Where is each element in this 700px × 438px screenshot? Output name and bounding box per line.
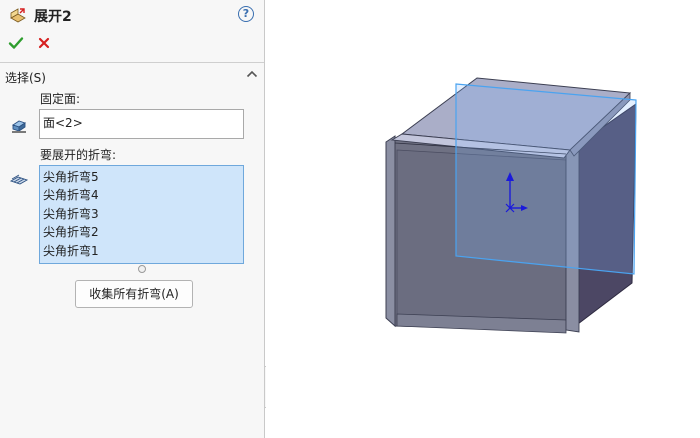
selection-section-header[interactable]: 选择(S) <box>0 64 264 86</box>
list-item[interactable]: 尖角折弯5 <box>42 168 241 186</box>
bends-to-unfold-label: 要展开的折弯: <box>40 148 117 162</box>
list-item[interactable]: 尖角折弯4 <box>42 186 241 204</box>
unfold-feature-icon <box>10 8 26 23</box>
list-item[interactable]: 尖角折弯1 <box>42 242 241 260</box>
help-button[interactable]: ? <box>238 6 254 22</box>
collect-all-bends-button[interactable]: 收集所有折弯(A) <box>75 280 193 308</box>
fixed-face-label: 固定面: <box>40 92 81 106</box>
chevron-up-icon[interactable] <box>246 69 258 79</box>
model-view <box>385 77 637 334</box>
graphics-viewport[interactable] <box>266 0 700 438</box>
list-resize-handle[interactable] <box>138 265 146 273</box>
panel-title-row: 展开2 ? <box>0 0 265 30</box>
sketch-plane <box>455 83 637 275</box>
list-item[interactable]: 尖角折弯2 <box>42 223 241 241</box>
bend-selection-icon <box>9 174 29 185</box>
bends-list[interactable]: 尖角折弯5 尖角折弯4 尖角折弯3 尖角折弯2 尖角折弯1 <box>39 165 244 264</box>
panel-title: 展开2 <box>34 9 72 25</box>
checkmark-icon[interactable] <box>8 35 24 51</box>
x-icon[interactable] <box>36 35 52 51</box>
section-title: 选择(S) <box>5 71 46 85</box>
list-item[interactable]: 尖角折弯3 <box>42 205 241 223</box>
property-manager-panel: 展开2 ? 选择(S) 固定面: 面<2> 要展开的折弯: 尖角折弯5 尖角折弯… <box>0 0 265 438</box>
face-selection-icon <box>11 120 27 133</box>
fixed-face-field[interactable]: 面<2> <box>39 109 244 139</box>
divider <box>0 62 264 63</box>
